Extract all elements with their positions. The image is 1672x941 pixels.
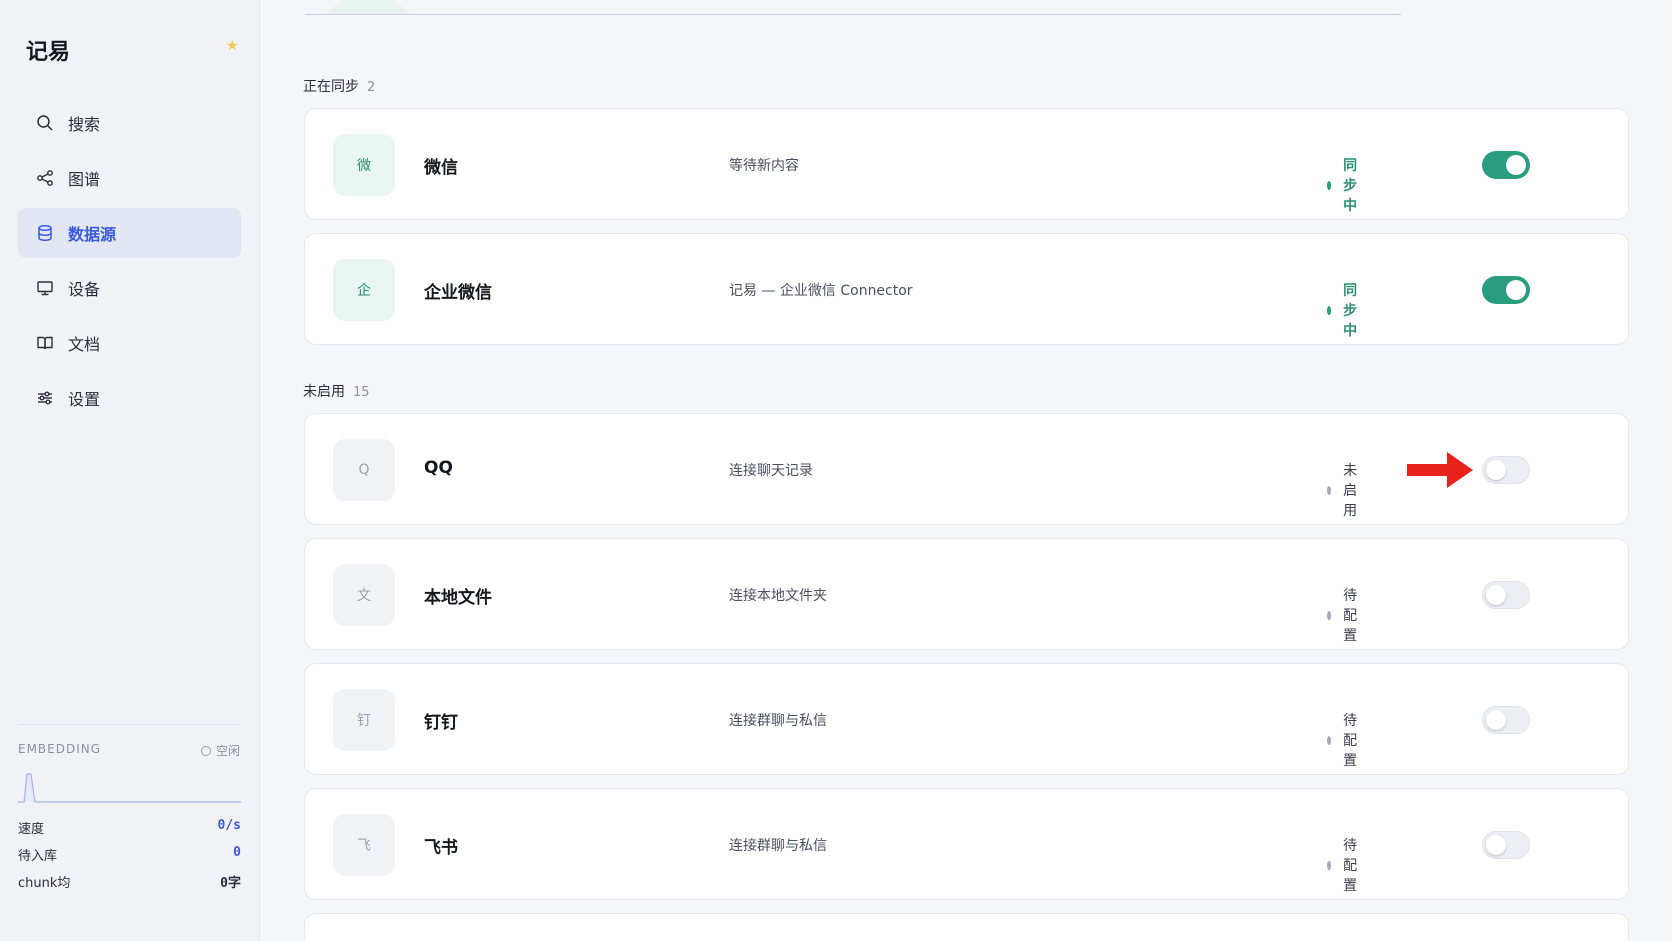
dingtalk-icon: 钉 <box>333 689 395 751</box>
sidebar-item-label: 设置 <box>68 390 101 409</box>
sidebar-item-devices[interactable]: 设备 <box>18 263 241 313</box>
source-card-qq[interactable]: Q QQ 连接聊天记录 未启用 <box>304 413 1629 525</box>
source-desc: 连接本地文件夹 <box>729 588 827 604</box>
local-files-icon: 文 <box>333 564 395 626</box>
sidebar-item-label: 文档 <box>68 335 101 354</box>
chart-baseline <box>305 14 1401 15</box>
source-name: 钉钉 <box>424 713 458 733</box>
source-name: 飞书 <box>424 838 458 858</box>
sidebar-item-settings[interactable]: 设置 <box>18 373 241 423</box>
monitor-icon <box>36 279 54 297</box>
share-graph-icon <box>36 169 54 187</box>
embedding-status-text: 空闲 <box>215 744 240 758</box>
embedding-stat-speed: 速度 0/s <box>18 818 241 837</box>
sidebar-item-search[interactable]: 搜索 <box>18 98 241 148</box>
qq-icon: Q <box>333 439 395 501</box>
source-toggle[interactable] <box>1482 831 1530 859</box>
section-disabled-label: 未启用 15 <box>303 384 370 400</box>
app-title: 记易 <box>26 40 71 65</box>
embedding-stat-chunk: chunk均 0字 <box>18 876 241 891</box>
source-name: QQ <box>424 458 453 478</box>
source-card-wechat[interactable]: 微 微信 等待新内容 同步中 <box>304 108 1629 220</box>
source-card-dingtalk[interactable]: 钉 钉钉 连接群聊与私信 待配置 <box>304 663 1629 775</box>
main-content: 正在同步 2 微 微信 等待新内容 同步中 企 企业微信 记易 — 企业微信 Co… <box>261 0 1672 941</box>
source-toggle[interactable] <box>1482 151 1530 179</box>
source-desc: 等待新内容 <box>729 158 799 174</box>
sidebar-item-label: 搜索 <box>68 115 101 134</box>
search-icon <box>36 114 54 132</box>
source-toggle[interactable] <box>1482 581 1530 609</box>
star-icon: ★ <box>226 38 239 54</box>
divider <box>18 724 241 725</box>
status-badge: 同步中 <box>1327 280 1362 340</box>
status-badge: 待配置 <box>1327 835 1362 895</box>
sidebar-item-label: 图谱 <box>68 170 101 189</box>
section-syncing-label: 正在同步 2 <box>303 79 376 95</box>
sidebar-item-docs[interactable]: 文档 <box>18 318 241 368</box>
source-toggle[interactable] <box>1482 706 1530 734</box>
sidebar-item-graph[interactable]: 图谱 <box>18 153 241 203</box>
source-toggle[interactable] <box>1482 276 1530 304</box>
sidebar: 记易 ★ 搜索 图谱 数据源 设备 文档 设置 EMBEDDING 空闲 速度 … <box>0 0 260 941</box>
source-desc: 连接聊天记录 <box>729 463 813 479</box>
sidebar-item-label: 设备 <box>68 280 101 299</box>
wecom-icon: 企 <box>333 259 395 321</box>
source-toggle[interactable] <box>1482 456 1530 484</box>
embedding-status: 空闲 <box>200 742 240 759</box>
database-icon <box>36 224 54 242</box>
embedding-title: EMBEDDING <box>18 742 102 756</box>
source-card-localfiles[interactable]: 文 本地文件 连接本地文件夹 待配置 <box>304 538 1629 650</box>
status-badge: 未启用 <box>1327 460 1362 520</box>
red-arrow-annotation <box>1407 452 1473 488</box>
feishu-icon: 飞 <box>333 814 395 876</box>
idle-ring-icon <box>200 745 211 756</box>
sliders-icon <box>36 389 54 407</box>
status-badge: 待配置 <box>1327 710 1362 770</box>
sidebar-nav: 搜索 图谱 数据源 设备 文档 设置 <box>18 98 241 428</box>
source-desc: 连接群聊与私信 <box>729 838 827 854</box>
sidebar-item-label: 数据源 <box>68 225 117 244</box>
status-badge: 待配置 <box>1327 585 1362 645</box>
source-name: 微信 <box>424 158 458 178</box>
sidebar-item-datasource[interactable]: 数据源 <box>18 208 241 258</box>
wechat-icon: 微 <box>333 134 395 196</box>
source-name: 本地文件 <box>424 588 492 608</box>
source-desc: 连接群聊与私信 <box>729 713 827 729</box>
source-card-wecom[interactable]: 企 企业微信 记易 — 企业微信 Connector 同步中 <box>304 233 1629 345</box>
status-badge: 同步中 <box>1327 155 1362 215</box>
source-card-feishu[interactable]: 飞 飞书 连接群聊与私信 待配置 <box>304 788 1629 900</box>
embedding-stat-pending: 待入库 0 <box>18 845 241 864</box>
source-desc: 记易 — 企业微信 Connector <box>729 283 913 299</box>
source-name: 企业微信 <box>424 283 492 303</box>
app-window: 记易 ★ 搜索 图谱 数据源 设备 文档 设置 EMBEDDING 空闲 速度 … <box>0 0 1672 941</box>
embedding-sparkline <box>18 773 241 803</box>
book-icon <box>36 334 54 352</box>
source-card-partial[interactable] <box>304 913 1629 941</box>
